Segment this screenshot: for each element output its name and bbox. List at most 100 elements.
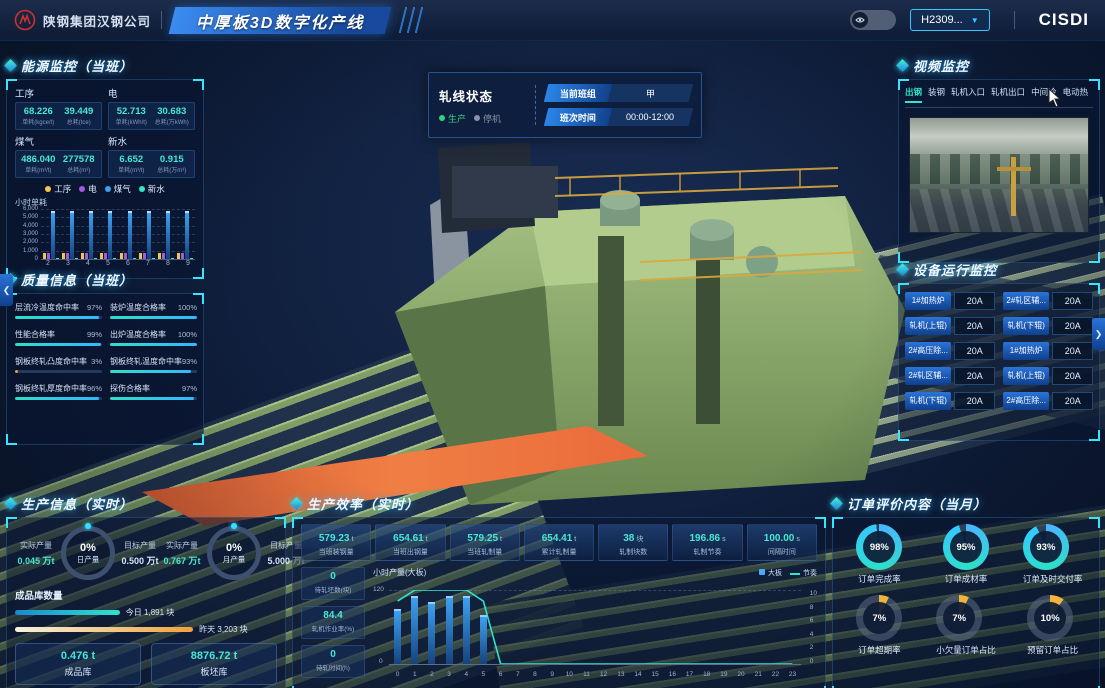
device-selector-value: H2309... (921, 14, 963, 26)
efficiency-card: 654.41t累计轧制量 (524, 524, 594, 561)
visibility-toggle[interactable] (850, 10, 896, 30)
x-tick-label: 10 (561, 671, 578, 678)
device-name-button[interactable]: 轧机(下辊) (905, 392, 951, 410)
legend-item: 工序 (45, 183, 71, 195)
bar-工序 (139, 253, 142, 259)
quality-item-row: 装炉温度合格率100% (110, 302, 197, 313)
side-stat-value: 84.4 (303, 610, 363, 621)
x-tick-label: 5 (103, 260, 113, 267)
efficiency-card-label: 间隔时间 (749, 547, 815, 557)
chart-legend-label: 大板 (768, 570, 782, 577)
video-tab-2[interactable]: 装钢 (928, 86, 945, 103)
device-name-button[interactable]: 1#加热炉 (1003, 342, 1049, 360)
device-grid: 1#加热炉20A2#轧区辅...20A轧机(上辊)20A轧机(下辊)20A2#高… (905, 292, 1093, 410)
efficiency-card: 196.86s轧制节奏 (672, 524, 742, 561)
cctv-frame[interactable] (909, 117, 1089, 233)
device-name-button[interactable]: 2#轧区辅... (905, 367, 951, 385)
device-name-button[interactable]: 轧机(下辊) (1003, 317, 1049, 335)
x-tick-label: 15 (647, 671, 664, 678)
efficiency-card-valuerow: 654.41t (526, 528, 592, 546)
panel-orders: 订单评价内容（当月） 98%订单完成率95%订单成材率93%订单及时交付率7%订… (832, 494, 1100, 688)
bar-煤气 (108, 211, 112, 259)
energy-group-values: 486.040单耗(m³/t)277578总耗(m³) (15, 150, 102, 178)
status-dot-icon (439, 115, 445, 121)
pace-line (389, 590, 801, 664)
quality-item: 探伤合格率97% (110, 383, 197, 400)
energy-groups: 工序68.226单耗(kgce/t)39.449总耗(tce)电52.713单耗… (15, 86, 195, 178)
actual-block: 实际产量0.767 万t (161, 540, 203, 567)
panel-video-title: 视频监控 (898, 56, 1100, 75)
x-tick-label: 16 (664, 671, 681, 678)
ribbon-label-text: 当前班组 (560, 87, 596, 100)
efficiency-card-valuerow: 38块 (600, 528, 666, 546)
quality-grid: 层流冷温度命中率97%装炉温度合格率100%性能合格率99%出炉温度合格率100… (15, 302, 195, 400)
energy-metric-caption: 单耗(kWh/t) (111, 117, 152, 126)
collapse-left-icon[interactable]: ❮ (0, 274, 13, 306)
right-axis-tick: 6 (810, 617, 817, 624)
energy-metric: 277578总耗(m³) (59, 154, 100, 174)
chart-legend-item: 大板 (759, 568, 782, 578)
device-name-button[interactable]: 2#高压除... (905, 342, 951, 360)
energy-metric: 6.652单耗(m³/t) (111, 154, 152, 174)
quality-progress-track (110, 397, 197, 400)
legend-item: 煤气 (105, 183, 131, 195)
energy-metric: 0.915总耗(万m³) (152, 154, 193, 174)
video-tab-1[interactable]: 出钢 (905, 86, 922, 103)
x-tick-label: 12 (595, 671, 612, 678)
x-tick-label: 4 (458, 671, 475, 678)
page-title: 中厚板3D数字化产线 (196, 8, 364, 32)
bar-煤气 (128, 211, 132, 259)
device-name-button[interactable]: 1#加热炉 (905, 292, 951, 310)
panel-orders-title-text: 订单评价内容（当月） (847, 494, 987, 513)
collapse-right-icon[interactable]: ❯ (1092, 318, 1105, 350)
actual-value: 0.767 万t (161, 554, 203, 567)
panel-video-title-text: 视频监控 (913, 56, 969, 75)
quality-label: 钢板终轧凸度命中率 (15, 356, 87, 367)
efficiency-card-unit: s (796, 536, 800, 543)
video-tab-4[interactable]: 轧机出口 (991, 86, 1025, 103)
device-current-value: 20A (1052, 317, 1093, 335)
bar-新水 (152, 258, 155, 259)
energy-metric-value: 39.449 (59, 106, 100, 117)
energy-metric-caption: 总耗(m³) (59, 165, 100, 174)
quality-progress-track (110, 370, 197, 373)
quality-label: 装炉温度合格率 (110, 302, 166, 313)
device-row: 2#高压除...20A (1003, 392, 1093, 410)
video-tabs: 出钢装钢轧机入口轧机出口中间冷电动热 (905, 86, 1093, 108)
quality-label: 钢板终轧温度命中率 (110, 356, 182, 367)
panel-quality-title-text: 质量信息（当班） (21, 270, 133, 289)
x-tick-label: 1 (406, 671, 423, 678)
stock-bar (15, 610, 120, 615)
legend-label: 工序 (54, 183, 71, 195)
x-tick-label: 9 (544, 671, 561, 678)
device-name-button[interactable]: 2#高压除... (1003, 392, 1049, 410)
video-tab-6[interactable]: 电动热 (1063, 86, 1089, 103)
device-name-button[interactable]: 2#轧区辅... (1003, 292, 1049, 310)
device-row: 2#高压除...20A (905, 342, 995, 360)
x-tick-label: 19 (715, 671, 732, 678)
quality-label: 探伤合格率 (110, 383, 150, 394)
stock-bar-row: 昨天 3,203 块 (15, 624, 277, 635)
order-donut-value: 7% (863, 602, 895, 634)
efficiency-card-value: 579.25 (467, 533, 498, 544)
stock-title: 成品库数量 (15, 588, 277, 602)
device-name-button[interactable]: 轧机(上辊) (905, 317, 951, 335)
x-tick-label: 7 (509, 671, 526, 678)
bar-group (81, 211, 97, 259)
panel-devices-title-text: 设备运行监控 (913, 260, 997, 279)
diamond-icon (896, 59, 909, 72)
quality-item: 钢板终轧温度命中率93% (110, 356, 197, 373)
video-tab-3[interactable]: 轧机入口 (951, 86, 985, 103)
side-stat-label: 轧机作业率(%) (303, 623, 363, 633)
efficiency-card-unit: 块 (636, 536, 643, 543)
panel-energy-title: 能源监控（当班） (6, 56, 204, 75)
device-name-button[interactable]: 轧机(上辊) (1003, 367, 1049, 385)
bar-新水 (75, 258, 78, 259)
efficiency-card-label: 轧制节奏 (674, 547, 740, 557)
order-donut-cell: 7%订单超期率 (856, 595, 902, 656)
device-selector-dropdown[interactable]: H2309... ▼ (910, 9, 990, 31)
device-current-value: 20A (1052, 342, 1093, 360)
bar-工序 (100, 253, 103, 259)
chart-legend-label: 节奏 (803, 570, 817, 577)
gauge-dot-icon (85, 523, 91, 529)
